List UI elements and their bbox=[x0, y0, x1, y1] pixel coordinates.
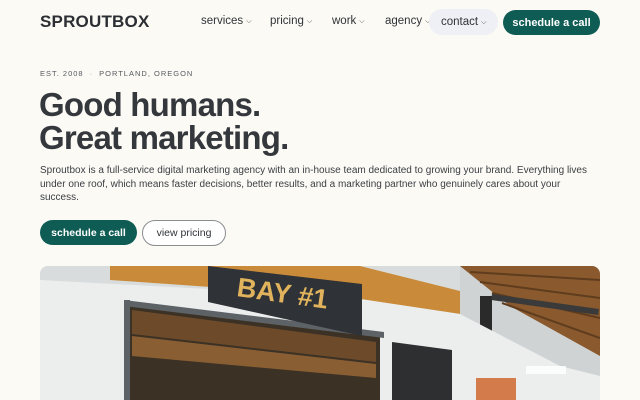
warehouse-photo: BAY #1 bbox=[40, 266, 600, 400]
location: PORTLAND, OREGON bbox=[99, 69, 194, 78]
hero-photo: BAY #1 bbox=[40, 266, 600, 400]
nav-item-label: pricing bbox=[270, 15, 304, 27]
nav-item-label: services bbox=[201, 15, 244, 27]
schedule-call-nav-button[interactable]: schedule a call bbox=[503, 10, 600, 35]
headline-line-1: Good humans. bbox=[39, 86, 261, 123]
eyebrow: EST. 2008 · PORTLAND, OREGON bbox=[40, 69, 193, 78]
nav-item-work[interactable]: work ⌵ bbox=[332, 15, 365, 27]
nav-item-label: contact bbox=[441, 16, 479, 28]
top-navigation: SPROUTBOX services ⌵ pricing ⌵ work ⌵ ag… bbox=[0, 0, 640, 46]
page-headline: Good humans. Great marketing. bbox=[39, 86, 289, 156]
nav-item-contact[interactable]: contact ⌵ bbox=[429, 9, 499, 35]
chevron-down-icon: ⌵ bbox=[246, 18, 252, 25]
nav-item-pricing[interactable]: pricing ⌵ bbox=[270, 15, 312, 27]
chevron-down-icon: ⌵ bbox=[481, 19, 487, 26]
separator-dot: · bbox=[89, 69, 94, 78]
hero-description: Sproutbox is a full-service digital mark… bbox=[40, 165, 587, 204]
nav-item-agency[interactable]: agency ⌵ bbox=[385, 15, 430, 27]
schedule-call-button[interactable]: schedule a call bbox=[40, 220, 137, 245]
chevron-down-icon: ⌵ bbox=[306, 18, 313, 25]
nav-item-services[interactable]: services ⌵ bbox=[201, 15, 252, 27]
view-pricing-button[interactable]: view pricing bbox=[142, 220, 226, 246]
established-year: EST. 2008 bbox=[40, 69, 84, 78]
nav-item-label: agency bbox=[385, 15, 423, 27]
headline-line-2: Great marketing. bbox=[39, 119, 289, 156]
chevron-down-icon: ⌵ bbox=[359, 18, 365, 25]
brand-logo[interactable]: SPROUTBOX bbox=[40, 12, 149, 32]
nav-item-label: work bbox=[332, 15, 357, 27]
